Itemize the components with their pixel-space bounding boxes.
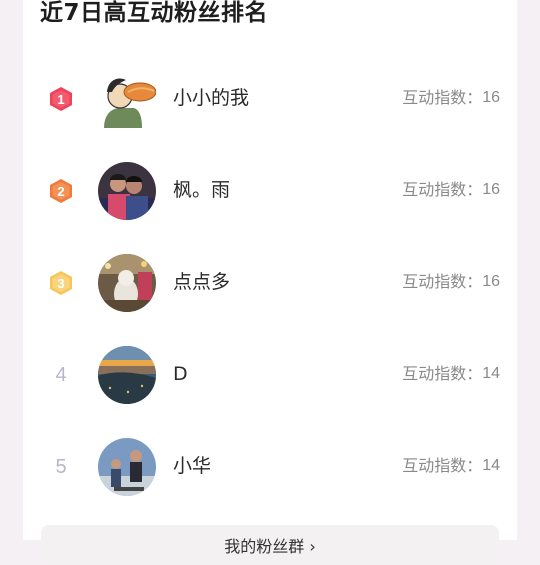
score-value: 16 xyxy=(482,181,500,198)
fan-row[interactable]: 4 D 互动指数： 14 xyxy=(23,339,517,409)
fan-name: 小小的我 xyxy=(173,87,250,109)
interaction-score: 互动指数： 16 xyxy=(402,179,500,201)
interaction-score: 互动指数： 16 xyxy=(402,271,500,293)
score-value: 16 xyxy=(482,273,500,290)
fan-ranking-card: 近7日高互动粉丝排名 1 小小的我 互动指数： 16 2 枫。雨 互动指数： 1… xyxy=(23,0,517,565)
fan-name: 枫。雨 xyxy=(173,179,231,201)
avatar[interactable] xyxy=(98,162,156,220)
my-fan-group-label: 我的粉丝群 › xyxy=(224,537,316,556)
interaction-score: 互动指数： 14 xyxy=(402,455,500,477)
fan-row[interactable]: 2 枫。雨 互动指数： 16 xyxy=(23,155,517,225)
fan-row[interactable]: 3 点点多 互动指数： 16 xyxy=(23,247,517,317)
avatar[interactable] xyxy=(98,438,156,496)
score-label: 互动指数： xyxy=(402,180,483,199)
score-label: 互动指数： xyxy=(402,456,483,475)
score-value: 14 xyxy=(482,365,500,382)
fan-row[interactable]: 5 小华 互动指数： 14 xyxy=(23,431,517,501)
svg-text:1: 1 xyxy=(57,92,64,107)
fan-name: D xyxy=(173,363,188,385)
avatar[interactable] xyxy=(98,70,156,128)
rank-number: 5 xyxy=(55,455,67,478)
score-value: 14 xyxy=(482,457,500,474)
rank-badge-bronze-icon: 3 xyxy=(48,270,74,296)
score-label: 互动指数： xyxy=(402,364,483,383)
section-title: 近7日高互动粉丝排名 xyxy=(40,0,269,26)
rank-badge-silver-icon: 2 xyxy=(48,178,74,204)
interaction-score: 互动指数： 14 xyxy=(402,363,500,385)
rank-number: 4 xyxy=(55,363,67,386)
interaction-score: 互动指数： 16 xyxy=(402,87,500,109)
avatar[interactable] xyxy=(98,254,156,312)
fan-row[interactable]: 1 小小的我 互动指数： 16 xyxy=(23,63,517,133)
my-fan-group-button[interactable]: 我的粉丝群 › xyxy=(41,525,499,565)
avatar[interactable] xyxy=(98,346,156,404)
fan-name: 小华 xyxy=(173,455,212,477)
svg-text:3: 3 xyxy=(57,276,64,291)
score-label: 互动指数： xyxy=(402,272,483,291)
fan-name: 点点多 xyxy=(173,271,231,293)
svg-text:2: 2 xyxy=(57,184,64,199)
score-label: 互动指数： xyxy=(402,88,483,107)
rank-badge-gold-icon: 1 xyxy=(48,86,74,112)
score-value: 16 xyxy=(482,89,500,106)
